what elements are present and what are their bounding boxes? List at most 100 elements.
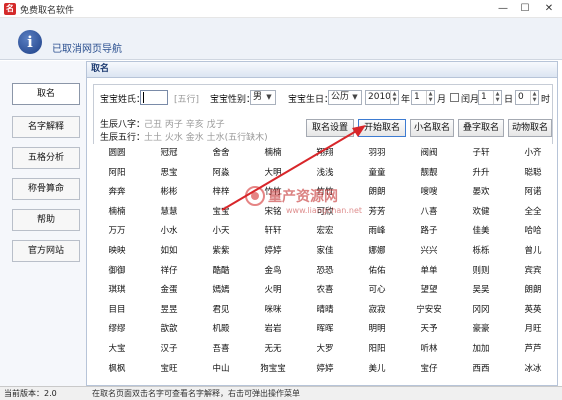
name-cell[interactable]: 大宝 <box>91 341 143 357</box>
name-cell[interactable]: 靓靓 <box>403 165 455 181</box>
name-cell[interactable]: 子轩 <box>455 145 507 161</box>
name-cell[interactable]: 小天 <box>195 223 247 239</box>
surname-input[interactable] <box>140 90 168 105</box>
maximize-button[interactable]: ☐ <box>516 2 534 16</box>
leap-month-checkbox[interactable] <box>450 93 459 102</box>
sidebar-item-five-grid[interactable]: 五格分析 <box>12 147 80 169</box>
name-cell[interactable]: 宝旺 <box>143 361 195 377</box>
name-cell[interactable]: 轩轩 <box>247 223 299 239</box>
name-cell[interactable]: 栎栎 <box>455 243 507 259</box>
name-cell[interactable]: 阿淼 <box>195 165 247 181</box>
name-cell[interactable]: 思宝 <box>143 165 195 181</box>
name-cell[interactable]: 恐恐 <box>299 263 351 279</box>
name-cell[interactable]: 阳阳 <box>351 341 403 357</box>
name-cell[interactable]: 则则 <box>455 263 507 279</box>
name-cell[interactable]: 舍舍 <box>195 145 247 161</box>
name-cell[interactable]: 酷酷 <box>195 263 247 279</box>
name-cell[interactable]: 婷婷 <box>299 361 351 377</box>
name-cell[interactable]: 宋铭 <box>247 204 299 220</box>
name-cell[interactable]: 目目 <box>91 302 143 318</box>
name-cell[interactable]: 阿诺 <box>507 184 559 200</box>
name-cell[interactable]: 宝宝 <box>195 204 247 220</box>
name-cell[interactable]: 八喜 <box>403 204 455 220</box>
name-cell[interactable]: 楠楠 <box>247 145 299 161</box>
minimize-button[interactable]: — <box>494 2 512 16</box>
name-cell[interactable]: 御御 <box>91 263 143 279</box>
name-cell[interactable]: 天予 <box>403 321 455 337</box>
name-cell[interactable]: 望望 <box>403 282 455 298</box>
sidebar-item-naming[interactable]: 取名 <box>12 83 80 105</box>
sidebar-item-help[interactable]: 帮助 <box>12 209 80 231</box>
name-cell[interactable]: 婷婷 <box>247 243 299 259</box>
name-cell[interactable]: 小齐 <box>507 145 559 161</box>
name-cell[interactable]: 嫣嫣 <box>195 282 247 298</box>
name-cell[interactable]: 狗宝宝 <box>247 361 299 377</box>
name-cell[interactable]: 彬彬 <box>143 184 195 200</box>
sidebar-item-bone-weight[interactable]: 称骨算命 <box>12 178 80 200</box>
name-cell[interactable]: 明明 <box>351 321 403 337</box>
name-cell[interactable]: 大罗 <box>299 341 351 357</box>
name-cell[interactable]: 奔奔 <box>91 184 143 200</box>
name-cell[interactable]: 可心 <box>351 282 403 298</box>
name-cell[interactable]: 歆歆 <box>143 321 195 337</box>
spin-arrows-icon[interactable]: ▲ ▼ <box>390 91 398 104</box>
name-cell[interactable]: 哈哈 <box>507 223 559 239</box>
name-cell[interactable]: 豪豪 <box>455 321 507 337</box>
start-naming-button[interactable]: 开始取名 <box>358 119 406 137</box>
calendar-select[interactable]: 公历 ▼ <box>328 90 362 105</box>
name-cell[interactable]: 岩岩 <box>247 321 299 337</box>
name-cell[interactable]: 映映 <box>91 243 143 259</box>
name-cell[interactable]: 升升 <box>455 165 507 181</box>
name-cell[interactable]: 昱昱 <box>143 302 195 318</box>
name-cell[interactable]: 西西 <box>455 361 507 377</box>
name-cell[interactable]: 宏宏 <box>299 223 351 239</box>
name-cell[interactable]: 浅浅 <box>299 165 351 181</box>
name-cell[interactable]: 咪咪 <box>247 302 299 318</box>
name-cell[interactable]: 阿阳 <box>91 165 143 181</box>
name-cell[interactable]: 美儿 <box>351 361 403 377</box>
name-cell[interactable]: 如如 <box>143 243 195 259</box>
year-spinner[interactable]: 2010 ▲ ▼ <box>365 90 399 105</box>
spin-arrows-icon[interactable]: ▲ ▼ <box>493 91 501 104</box>
name-cell[interactable]: 芦芦 <box>507 341 559 357</box>
name-cell[interactable]: 英英 <box>507 302 559 318</box>
name-cell[interactable]: 单单 <box>403 263 455 279</box>
name-cell[interactable]: 寂寂 <box>351 302 403 318</box>
name-cell[interactable]: 祥仔 <box>143 263 195 279</box>
name-cell[interactable]: 无无 <box>247 341 299 357</box>
name-cell[interactable]: 翔翔 <box>299 145 351 161</box>
spin-arrows-icon[interactable]: ▲ ▼ <box>426 91 434 104</box>
name-cell[interactable]: 机殿 <box>195 321 247 337</box>
name-cell[interactable]: 中山 <box>195 361 247 377</box>
name-cell[interactable]: 农喜 <box>299 282 351 298</box>
name-cell[interactable]: 竹竹 <box>247 184 299 200</box>
name-cell[interactable]: 楠楠 <box>91 204 143 220</box>
spin-arrows-icon[interactable]: ▲ ▼ <box>530 91 538 104</box>
name-cell[interactable]: 曾儿 <box>507 243 559 259</box>
name-cell[interactable]: 小水 <box>143 223 195 239</box>
name-cell[interactable]: 雨峰 <box>351 223 403 239</box>
naming-settings-button[interactable]: 取名设置 <box>306 119 354 137</box>
name-cell[interactable]: 大明 <box>247 165 299 181</box>
name-cell[interactable]: 缪缪 <box>91 321 143 337</box>
name-cell[interactable]: 金鸟 <box>247 263 299 279</box>
name-cell[interactable]: 君见 <box>195 302 247 318</box>
name-cell[interactable]: 宁安安 <box>403 302 455 318</box>
name-cell[interactable]: 梓梓 <box>195 184 247 200</box>
name-cell[interactable]: 宝仔 <box>403 361 455 377</box>
name-cell[interactable]: 万万 <box>91 223 143 239</box>
name-cell[interactable]: 娜娜 <box>351 243 403 259</box>
name-cell[interactable]: 宾宾 <box>507 263 559 279</box>
name-cell[interactable]: 紫紫 <box>195 243 247 259</box>
name-cell[interactable]: 慧慧 <box>143 204 195 220</box>
name-cell[interactable]: 冈冈 <box>455 302 507 318</box>
name-cell[interactable]: 圆圆 <box>91 145 143 161</box>
name-cell[interactable]: 汉子 <box>143 341 195 357</box>
gender-select[interactable]: 男 ▼ <box>250 90 276 105</box>
month-spinner[interactable]: 1 ▲ ▼ <box>411 90 435 105</box>
day-spinner[interactable]: 1 ▲ ▼ <box>478 90 502 105</box>
name-cell[interactable]: 佳美 <box>455 223 507 239</box>
name-cell[interactable]: 阀阀 <box>403 145 455 161</box>
name-cell[interactable]: 冰冰 <box>507 361 559 377</box>
name-cell[interactable]: 家佳 <box>299 243 351 259</box>
